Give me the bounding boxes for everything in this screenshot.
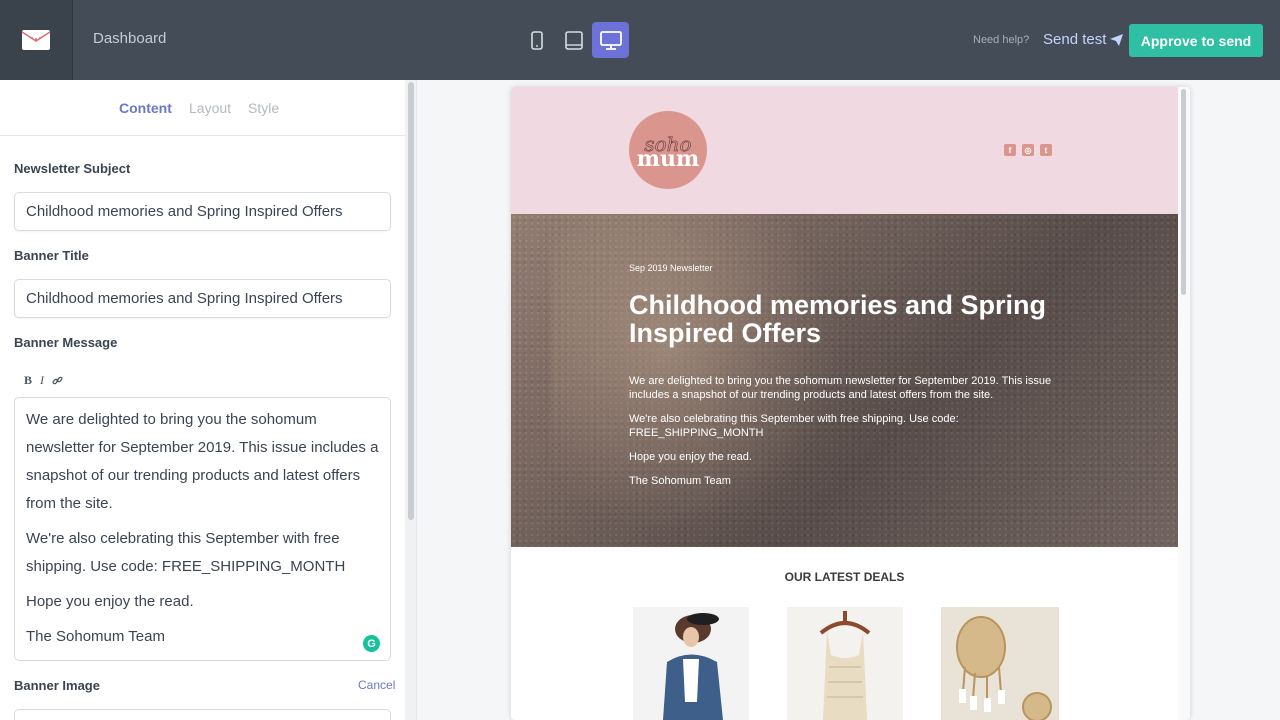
message-paragraph: The Sohomum Team bbox=[26, 628, 165, 645]
tab-style[interactable]: Style bbox=[248, 100, 279, 116]
tablet-view-button[interactable] bbox=[555, 22, 592, 58]
phone-icon bbox=[530, 30, 543, 50]
tab-layout[interactable]: Layout bbox=[189, 100, 231, 116]
left-panel-scrollbar[interactable] bbox=[405, 80, 417, 720]
desktop-icon bbox=[599, 30, 622, 50]
brand-word-text: mum bbox=[637, 146, 700, 172]
newsletter-subject-input[interactable]: Childhood memories and Spring Inspired O… bbox=[14, 192, 391, 231]
italic-button[interactable]: I bbox=[40, 373, 44, 388]
desktop-view-button[interactable] bbox=[592, 22, 629, 58]
paper-plane-icon bbox=[1110, 33, 1124, 46]
email-banner: Sep 2019 Newsletter Childhood memories a… bbox=[511, 214, 1178, 547]
bold-button[interactable]: B bbox=[24, 373, 32, 388]
envelope-logo-icon bbox=[21, 30, 51, 50]
mobile-view-button[interactable] bbox=[518, 22, 555, 58]
send-test-label: Send test bbox=[1043, 31, 1107, 48]
email-header: soho mum f ◎ t bbox=[511, 87, 1178, 214]
link-icon[interactable] bbox=[52, 375, 63, 386]
email-preview-area: soho mum f ◎ t Sep 2019 Newsletter Child… bbox=[417, 80, 1280, 720]
tab-content[interactable]: Content bbox=[119, 100, 172, 116]
banner-date: Sep 2019 Newsletter bbox=[629, 263, 713, 273]
email-preview: soho mum f ◎ t Sep 2019 Newsletter Child… bbox=[511, 87, 1190, 720]
banner-text: Sep 2019 Newsletter Childhood memories a… bbox=[629, 263, 1059, 498]
top-bar: Dashboard Need help? Send test Approve t… bbox=[0, 0, 1280, 80]
banner-message-textarea[interactable]: We are delighted to bring you the sohomu… bbox=[14, 397, 391, 661]
twitter-icon[interactable]: t bbox=[1040, 144, 1052, 156]
banner-title-input[interactable]: Childhood memories and Spring Inspired O… bbox=[14, 279, 391, 318]
app-logo[interactable] bbox=[0, 0, 73, 80]
banner-message-label: Banner Message bbox=[14, 335, 118, 350]
dashboard-link[interactable]: Dashboard bbox=[93, 30, 166, 47]
product-image-denim-jacket[interactable] bbox=[633, 607, 749, 720]
instagram-icon[interactable]: ◎ bbox=[1022, 144, 1034, 156]
banner-paragraph: We are delighted to bring you the sohomu… bbox=[629, 375, 1052, 401]
banner-paragraph: Hope you enjoy the read. bbox=[629, 451, 752, 463]
banner-image-label: Banner Image bbox=[14, 678, 100, 693]
sohomum-logo: soho mum bbox=[629, 111, 707, 189]
deals-title: OUR LATEST DEALS bbox=[784, 570, 905, 584]
left-scroll-thumb[interactable] bbox=[408, 82, 414, 520]
banner-title-label: Banner Title bbox=[14, 248, 89, 263]
product-image-rattan-earrings[interactable] bbox=[941, 607, 1059, 720]
rich-text-toolbar: B I bbox=[24, 373, 63, 388]
grammarly-icon[interactable]: G bbox=[363, 635, 380, 652]
email-scroll-thumb[interactable] bbox=[1181, 89, 1186, 295]
email-preview-scrollbar[interactable] bbox=[1178, 87, 1190, 720]
banner-paragraph: The Sohomum Team bbox=[629, 475, 731, 487]
editor-tabs: Content Layout Style bbox=[0, 80, 405, 136]
send-test-button[interactable]: Send test bbox=[1043, 31, 1124, 48]
content-editor-panel: Content Layout Style Newsletter Subject … bbox=[0, 80, 405, 720]
rattan-earrings-image bbox=[941, 607, 1059, 720]
message-paragraph: We are delighted to bring you the sohomu… bbox=[26, 411, 379, 512]
device-switcher bbox=[518, 22, 629, 58]
tablet-icon bbox=[564, 30, 583, 50]
banner-image-input[interactable] bbox=[14, 709, 391, 720]
message-paragraph: Hope you enjoy the read. bbox=[26, 593, 194, 610]
message-paragraph: We're also celebrating this September wi… bbox=[26, 530, 346, 575]
approve-to-send-button[interactable]: Approve to send bbox=[1129, 24, 1263, 57]
cancel-link[interactable]: Cancel bbox=[358, 678, 395, 692]
banner-message: We are delighted to bring you the sohomu… bbox=[629, 374, 1059, 488]
product-image-knit-top[interactable] bbox=[787, 607, 903, 720]
banner-title: Childhood memories and Spring Inspired O… bbox=[629, 290, 1047, 348]
social-links: f ◎ t bbox=[1004, 144, 1052, 156]
brand-logo-art: soho mum bbox=[637, 132, 700, 172]
newsletter-subject-label: Newsletter Subject bbox=[14, 161, 131, 176]
banner-paragraph: We're also celebrating this September wi… bbox=[629, 413, 959, 439]
knit-top-image bbox=[787, 607, 903, 720]
denim-jacket-image bbox=[633, 607, 749, 720]
need-help-link[interactable]: Need help? bbox=[973, 34, 1029, 46]
facebook-icon[interactable]: f bbox=[1004, 144, 1016, 156]
